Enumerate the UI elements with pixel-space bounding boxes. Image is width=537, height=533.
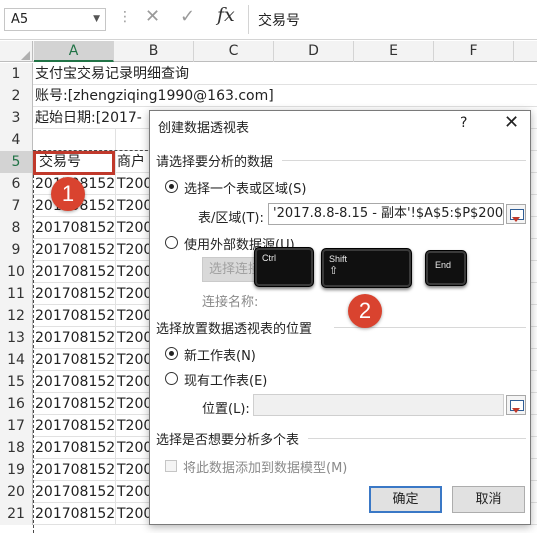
row-header[interactable]: 21 [0,503,33,525]
section-choose-data: 请选择要分析的数据 [156,155,274,170]
column-header-e[interactable]: E [354,41,434,62]
step-badge-1: 1 [51,177,85,211]
row-header[interactable]: 14 [0,349,33,371]
chevron-down-icon[interactable]: ▼ [93,9,100,30]
row-header[interactable]: 9 [0,239,33,261]
divider [248,5,249,34]
connection-name-label: 连接名称: [202,295,259,310]
location-input[interactable] [253,394,504,416]
cell-a[interactable]: 起始日期:[2017- [35,107,142,129]
end-key-label: End [435,260,452,270]
column-header-c[interactable]: C [194,41,274,62]
step-badge-2: 2 [348,294,382,328]
select-all-button[interactable] [0,41,33,62]
radio-new-sheet-label[interactable]: 新工作表(N) [184,345,256,364]
enter-check-icon[interactable]: ✓ [180,6,195,27]
cell-a[interactable]: 201708152 [35,283,115,305]
row-header[interactable]: 4 [0,129,33,151]
row-header[interactable]: 10 [0,261,33,283]
radio-existing-sheet[interactable] [165,372,178,385]
row-header[interactable]: 11 [0,283,33,305]
copy-marquee-left [33,150,34,533]
divider [282,160,526,161]
cell-a[interactable]: 201708152 [35,503,115,525]
end-key-icon: End [425,250,467,286]
column-header-a[interactable]: A [34,41,114,62]
row-header[interactable]: 16 [0,393,33,415]
cell-a[interactable]: 201708152 [35,371,115,393]
cell-a[interactable]: 201708152 [35,217,115,239]
row-header[interactable]: 7 [0,195,33,217]
cell-a[interactable]: 201708152 [35,437,115,459]
column-header-d[interactable]: D [274,41,354,62]
row-header[interactable]: 19 [0,459,33,481]
cancel-button[interactable]: 取消 [452,486,525,513]
section-multiple-tables: 选择是否想要分析多个表 [156,433,300,448]
cell-a[interactable]: 账号:[zhengziqing1990@163.com] [35,85,274,107]
name-box-value: A5 [11,12,29,27]
cell-a[interactable]: 支付宝交易记录明细查询 [35,63,189,85]
choose-connection-button[interactable]: 选择连接 [202,257,262,282]
selected-cell-highlight [33,151,115,175]
row-header[interactable]: 8 [0,217,33,239]
row-header[interactable]: 3 [0,107,33,129]
location-collapse-icon[interactable] [506,395,526,415]
range-label: 表/区域(T): [198,211,264,226]
shift-arrow-icon: ⇧ [329,265,339,277]
cell-a[interactable]: 201708152 [35,393,115,415]
cell-a[interactable]: 201708152 [35,305,115,327]
range-collapse-icon[interactable] [506,204,526,224]
row-header[interactable]: 15 [0,371,33,393]
cancel-icon[interactable]: ✕ [145,6,160,27]
row-header[interactable]: 18 [0,437,33,459]
radio-external-source[interactable] [165,236,178,249]
table-row: 2 账号:[zhengziqing1990@163.com] [0,85,537,107]
create-pivot-dialog: 创建数据透视表 ? ✕ 请选择要分析的数据 选择一个表或区域(S) 表/区域(T… [149,110,531,525]
add-data-model-checkbox[interactable] [165,460,177,472]
row-header[interactable]: 5 [0,151,33,173]
cell-a[interactable]: 201708152 [35,481,115,503]
ctrl-key-label: Ctrl [262,253,276,263]
divider [308,438,526,439]
formula-input[interactable]: 交易号 [258,10,300,30]
name-box[interactable]: A5 ▼ [4,8,106,31]
radio-select-table-label[interactable]: 选择一个表或区域(S) [184,178,306,197]
row-header[interactable]: 6 [0,173,33,195]
cell-a[interactable]: 201708152 [35,459,115,481]
formula-bar: A5 ▼ ⋮ ✕ ✓ fx 交易号 [0,0,537,40]
range-input[interactable]: '2017.8.8-8.15 - 副本'!$A$5:$P$20005 [268,203,504,225]
insert-function-icon[interactable]: fx [217,4,235,26]
column-headers: A B C D E F [0,41,537,62]
cell-a[interactable]: 201708152 [35,415,115,437]
radio-select-table[interactable] [165,180,178,193]
row-header[interactable]: 13 [0,327,33,349]
cell-a[interactable] [35,129,115,151]
ctrl-key-icon: Ctrl [254,247,314,287]
column-header-b[interactable]: B [114,41,194,62]
ok-button[interactable]: 确定 [369,486,442,513]
row-header[interactable]: 2 [0,85,33,107]
cell-a[interactable]: 201708152 [35,261,115,283]
cell-a[interactable]: 201708152 [35,239,115,261]
table-row: 1 支付宝交易记录明细查询 [0,63,537,85]
add-data-model-label[interactable]: 将此数据添加到数据模型(M) [183,457,347,476]
cell-a[interactable]: 201708152 [35,327,115,349]
row-header[interactable]: 12 [0,305,33,327]
row-header[interactable]: 1 [0,63,33,85]
radio-new-sheet[interactable] [165,347,178,360]
select-all-icon [21,51,30,60]
shift-key-icon: Shift ⇧ [321,248,412,288]
row-header[interactable]: 17 [0,415,33,437]
location-label: 位置(L): [202,402,250,417]
help-icon[interactable]: ? [460,115,467,131]
drag-handle-icon[interactable]: ⋮ [118,9,132,25]
radio-existing-sheet-label[interactable]: 现有工作表(E) [184,370,267,389]
cell-a[interactable]: 201708152 [35,349,115,371]
dialog-title: 创建数据透视表 [158,121,250,136]
row-header[interactable]: 20 [0,481,33,503]
shift-key-label: Shift [329,254,348,264]
section-place-pivot: 选择放置数据透视表的位置 [156,322,313,337]
column-header-f[interactable]: F [434,41,514,62]
close-icon[interactable]: ✕ [504,112,519,133]
